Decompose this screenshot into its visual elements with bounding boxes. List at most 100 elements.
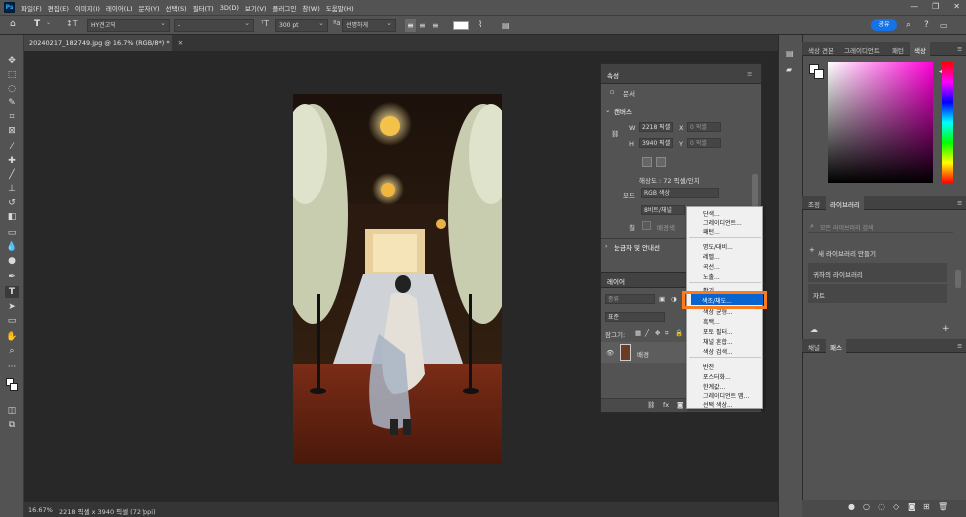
menu-window[interactable]: 창(W) xyxy=(302,3,319,13)
align-left-icon[interactable]: ≡ xyxy=(405,19,416,32)
add-mask-icon[interactable]: ◙ xyxy=(908,502,916,511)
rectangle-tool-icon[interactable]: ▭ xyxy=(5,315,19,327)
history-panel-icon[interactable]: ▤ xyxy=(786,49,794,58)
pen-tool-icon[interactable]: ✒ xyxy=(5,271,19,283)
color-background-swatch[interactable] xyxy=(814,69,824,79)
blur-tool-icon[interactable]: 💧 xyxy=(5,241,19,253)
home-icon[interactable]: ⌂ xyxy=(10,19,16,32)
library-item[interactable]: 자트 xyxy=(808,284,947,303)
document-tab[interactable]: 20240217_182749.jpg @ 16.7% (RGB/8*) * ✕ xyxy=(24,35,183,51)
lock-all-icon[interactable]: 🔒 xyxy=(675,329,683,337)
tab-patterns[interactable]: 패턴 xyxy=(892,45,904,55)
menu-3d[interactable]: 3D(D) xyxy=(220,4,239,12)
workspace-icon[interactable]: ▭ xyxy=(940,19,948,32)
layer-filter-select[interactable]: 종류 xyxy=(605,294,655,304)
rulers-section-title[interactable]: 눈금자 및 안내선 xyxy=(614,242,660,252)
menu-select[interactable]: 선택(S) xyxy=(166,3,187,13)
canvas-section-chevron-icon[interactable]: ⌄ xyxy=(605,106,610,114)
font-size-select[interactable]: 300 pt xyxy=(275,19,328,32)
help-icon[interactable]: ? xyxy=(924,19,929,32)
lock-artboard-icon[interactable]: ⌗ xyxy=(665,329,669,338)
zoom-tool-icon[interactable]: ⌕ xyxy=(5,345,19,357)
photoshop-logo-icon[interactable]: Ps xyxy=(4,2,15,13)
link-layers-icon[interactable]: ⛓ xyxy=(647,401,655,409)
portrait-orientation-icon[interactable] xyxy=(642,157,652,167)
menu-gradient-map[interactable]: 그레이디언트 맵... xyxy=(703,391,749,400)
panels-toggle-icon[interactable]: ▤ xyxy=(502,19,510,32)
menu-edit[interactable]: 편집(E) xyxy=(48,3,69,13)
document-photo[interactable] xyxy=(293,94,502,464)
color-picker-field[interactable] xyxy=(828,62,933,183)
chevron-down-icon[interactable]: ⌄ xyxy=(46,19,51,32)
hand-tool-icon[interactable]: ✋ xyxy=(5,331,19,343)
menu-black-white[interactable]: 흑백... xyxy=(703,317,720,326)
layer-name[interactable]: 배경 xyxy=(637,349,649,359)
crop-tool-icon[interactable]: ⌗ xyxy=(5,111,19,123)
panel-menu-icon[interactable]: ≡ xyxy=(957,199,962,207)
menu-brightness-contrast[interactable]: 명도/대비... xyxy=(703,242,733,251)
hue-slider[interactable] xyxy=(942,62,953,183)
menu-layer[interactable]: 레이어(L) xyxy=(106,3,133,13)
height-field[interactable]: 3940 픽셀 xyxy=(639,138,673,148)
library-search[interactable]: ⌕ 모든 라이브러리 검색 xyxy=(808,219,953,233)
comments-panel-icon[interactable]: ▰ xyxy=(786,65,792,74)
new-path-icon[interactable]: ⊞ xyxy=(923,502,930,511)
tab-adjustments[interactable]: 조정 xyxy=(808,199,820,209)
history-brush-tool-icon[interactable]: ↺ xyxy=(5,197,19,209)
make-path-icon[interactable]: ◇ xyxy=(893,502,899,511)
load-selection-icon[interactable]: ◌ xyxy=(878,502,885,511)
layers-tab[interactable]: 레이어 xyxy=(607,276,625,286)
menu-plugins[interactable]: 플러그인 xyxy=(272,3,296,13)
text-color-swatch[interactable] xyxy=(453,21,469,30)
tab-gradients[interactable]: 그레이디언트 xyxy=(844,45,880,55)
status-menu-icon[interactable]: › xyxy=(142,506,145,514)
gradient-tool-icon[interactable]: ▭ xyxy=(5,227,19,239)
landscape-orientation-icon[interactable] xyxy=(656,157,666,167)
cloud-icon[interactable]: ☁ xyxy=(810,325,818,334)
menu-color-lookup[interactable]: 색상 검색... xyxy=(703,347,733,356)
fill-value[interactable]: 배경색 xyxy=(657,222,675,232)
align-center-icon[interactable]: ≡ xyxy=(419,19,426,32)
menu-image[interactable]: 이미지(I) xyxy=(75,3,100,13)
tab-libraries[interactable]: 라이브러리 xyxy=(826,196,864,210)
menu-curves[interactable]: 곡선... xyxy=(703,262,720,271)
menu-filter[interactable]: 필터(T) xyxy=(193,3,214,13)
filter-adjust-icon[interactable]: ◑ xyxy=(671,295,677,303)
lock-brush-icon[interactable]: ╱ xyxy=(645,329,649,337)
menu-pattern[interactable]: 패턴... xyxy=(703,227,720,236)
menu-help[interactable]: 도움말(H) xyxy=(326,3,354,13)
warp-text-icon[interactable]: ⌇ xyxy=(478,19,482,32)
fx-icon[interactable]: fx xyxy=(663,401,669,409)
brush-tool-icon[interactable]: ╱ xyxy=(5,169,19,181)
more-tools-icon[interactable]: ··· xyxy=(5,361,19,373)
stroke-path-icon[interactable]: ○ xyxy=(863,502,870,511)
menu-view[interactable]: 보기(V) xyxy=(245,3,266,13)
lock-move-icon[interactable]: ✥ xyxy=(655,329,660,337)
dodge-tool-icon[interactable]: ● xyxy=(5,255,19,267)
tab-color[interactable]: 색상 xyxy=(910,42,930,56)
tab-channels[interactable]: 채널 xyxy=(808,342,820,352)
clone-stamp-tool-icon[interactable]: ⊥ xyxy=(5,183,19,195)
lasso-tool-icon[interactable]: ◌ xyxy=(5,83,19,95)
menu-photo-filter[interactable]: 포토 필터... xyxy=(703,327,733,336)
lock-pixels-icon[interactable]: ▦ xyxy=(635,329,641,337)
libraries-scrollbar[interactable] xyxy=(955,270,961,288)
menu-solid-color[interactable]: 단색... xyxy=(703,209,720,218)
library-item[interactable]: 귀하의 라이브러리 xyxy=(808,263,947,282)
text-orientation-icon[interactable]: ↕T xyxy=(66,19,78,32)
healing-brush-tool-icon[interactable]: ✚ xyxy=(5,155,19,167)
panel-menu-icon[interactable]: ≡ xyxy=(957,45,962,53)
align-right-icon[interactable]: ≡ xyxy=(432,19,439,32)
screen-mode-icon[interactable]: ⧉ xyxy=(5,419,19,431)
background-color-swatch[interactable] xyxy=(10,383,18,391)
close-button[interactable]: ✕ xyxy=(953,2,960,11)
close-tab-icon[interactable]: ✕ xyxy=(178,39,183,47)
link-icon[interactable]: ⛓ xyxy=(611,130,619,138)
new-library-button[interactable]: 새 라이브러리 만들기 xyxy=(818,248,876,258)
eraser-tool-icon[interactable]: ◧ xyxy=(5,211,19,223)
panel-menu-icon[interactable]: ≡ xyxy=(957,342,962,350)
menu-threshold[interactable]: 한계값... xyxy=(703,382,725,391)
tab-swatches[interactable]: 색상 견본 xyxy=(808,45,834,55)
menu-exposure[interactable]: 노출... xyxy=(703,272,720,281)
x-field[interactable]: 0 픽셀 xyxy=(687,122,721,132)
